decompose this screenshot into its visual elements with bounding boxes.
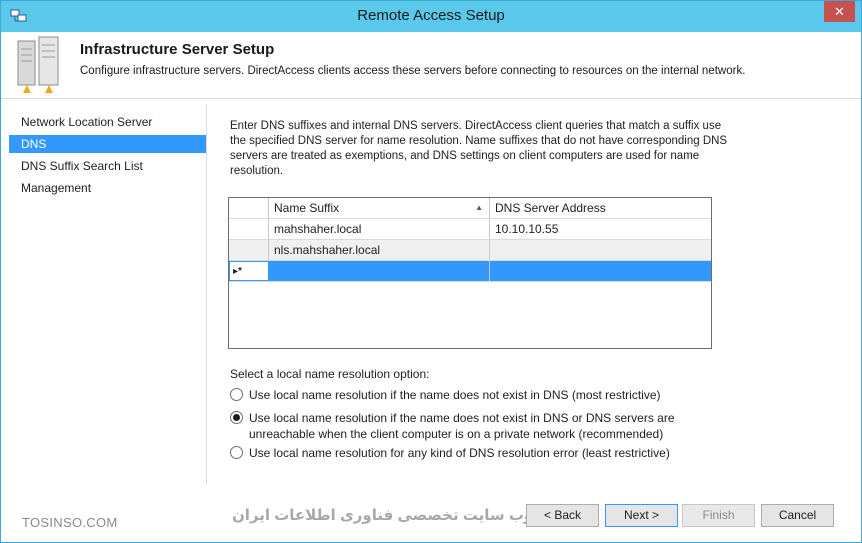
resolution-option-label: Select a local name resolution option:	[230, 367, 430, 381]
grid-header-row: Name Suffix ▲ DNS Server Address	[229, 198, 711, 219]
server-icon	[17, 36, 59, 93]
new-row-header[interactable]: ▸*	[229, 261, 269, 281]
radio-label: Use local name resolution if the name do…	[249, 388, 661, 402]
table-row[interactable]: nls.mahshaher.local	[229, 240, 711, 261]
nav-item-network-location-server[interactable]: Network Location Server	[9, 113, 206, 131]
nav-item-dns-suffix-search-list[interactable]: DNS Suffix Search List	[9, 157, 206, 175]
table-row[interactable]: mahshaher.local 10.10.10.55	[229, 219, 711, 240]
watermark-right: وب سایت تخصصی فناوری اطلاعات ایران	[232, 507, 534, 524]
radio-button[interactable]	[230, 388, 243, 401]
new-row[interactable]: ▸*	[229, 261, 711, 282]
sort-ascending-icon: ▲	[475, 203, 483, 212]
dns-server-cell[interactable]: 10.10.10.55	[490, 219, 711, 239]
dns-server-cell[interactable]	[490, 240, 711, 260]
page-title: Infrastructure Server Setup	[80, 41, 275, 58]
name-suffix-cell[interactable]: mahshaher.local	[269, 219, 490, 239]
column-header-name-suffix[interactable]: Name Suffix ▲	[269, 198, 490, 218]
remote-access-setup-window: Remote Access Setup ✕ Infrastructure Ser…	[0, 0, 862, 543]
radio-button-selected[interactable]	[230, 411, 243, 424]
new-row-icon: ▸*	[233, 266, 242, 277]
page-description: Configure infrastructure servers. Direct…	[80, 65, 746, 77]
title-bar[interactable]: Remote Access Setup ✕	[1, 1, 861, 32]
dns-server-cell[interactable]	[490, 261, 711, 281]
nav-item-dns[interactable]: DNS	[9, 135, 206, 153]
page-header: Infrastructure Server Setup Configure in…	[1, 32, 861, 99]
dns-grid[interactable]: Name Suffix ▲ DNS Server Address mahshah…	[228, 197, 712, 349]
radio-button[interactable]	[230, 446, 243, 459]
row-header[interactable]	[229, 240, 269, 260]
wizard-nav: Network Location Server DNS DNS Suffix S…	[9, 104, 207, 484]
window-title: Remote Access Setup	[357, 7, 505, 24]
intro-text: Enter DNS suffixes and internal DNS serv…	[230, 120, 728, 177]
column-header-label: Name Suffix	[274, 201, 340, 215]
finish-button[interactable]: Finish	[682, 504, 755, 527]
radio-label: Use local name resolution if the name do…	[249, 411, 675, 441]
back-button[interactable]: < Back	[526, 504, 599, 527]
name-suffix-cell[interactable]: nls.mahshaher.local	[269, 240, 490, 260]
watermark-left: TOSINSO.COM	[22, 515, 118, 530]
radio-label: Use local name resolution for any kind o…	[249, 446, 670, 460]
name-suffix-cell[interactable]	[269, 261, 490, 281]
nav-item-management[interactable]: Management	[9, 179, 206, 197]
grid-corner	[229, 198, 269, 218]
cancel-button[interactable]: Cancel	[761, 504, 834, 527]
row-header[interactable]	[229, 219, 269, 239]
column-header-dns-server-address[interactable]: DNS Server Address	[490, 198, 711, 218]
close-button[interactable]: ✕	[824, 1, 855, 22]
next-button[interactable]: Next >	[605, 504, 678, 527]
